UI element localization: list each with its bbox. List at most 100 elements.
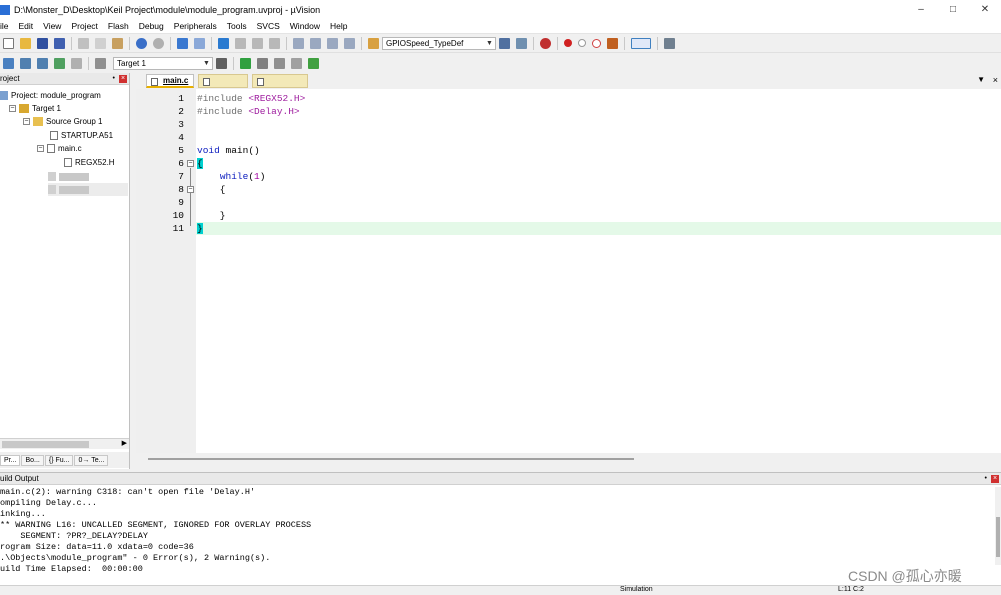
pack-installer-icon[interactable] — [308, 58, 319, 69]
menu-help[interactable]: Help — [326, 21, 353, 31]
collapse-icon[interactable]: – — [9, 105, 16, 112]
undo-icon[interactable] — [136, 37, 147, 49]
chevron-down-icon[interactable]: ▼ — [202, 59, 211, 68]
manage-components-icon[interactable] — [240, 58, 251, 69]
menu-window[interactable]: Window — [286, 21, 326, 31]
incremental-find-icon[interactable] — [516, 37, 527, 49]
collapse-icon[interactable]: – — [37, 145, 44, 152]
cut-icon[interactable] — [78, 37, 89, 49]
prev-bookmark-icon[interactable] — [235, 37, 246, 49]
maximize-button[interactable]: □ — [937, 0, 969, 19]
menu-file[interactable]: ile — [0, 21, 15, 31]
tab-main-c[interactable]: main.c — [146, 74, 194, 88]
copy-icon[interactable] — [95, 37, 106, 49]
window-layout-icon[interactable] — [631, 37, 651, 49]
rebuild-icon[interactable] — [37, 58, 48, 69]
indent-icon[interactable] — [293, 37, 304, 49]
tab-functions[interactable]: {} Fu... — [44, 454, 74, 466]
build-toolbar: Target 1 ▼ — [0, 54, 330, 73]
build-output-text[interactable]: main.c(2): warning C318: can't open file… — [0, 487, 995, 579]
save-icon[interactable] — [37, 37, 48, 49]
function-combo[interactable]: GPIOSpeed_TypeDef ▼ — [382, 36, 496, 50]
new-file-icon[interactable] — [3, 37, 14, 49]
menu-tools[interactable]: Tools — [223, 21, 253, 31]
next-bookmark-icon[interactable] — [252, 37, 263, 49]
configure-icon[interactable] — [664, 37, 675, 49]
uncomment-icon[interactable] — [344, 37, 355, 49]
tree-file-header[interactable]: REGX52.H — [64, 156, 115, 169]
disable-breakpoints-icon[interactable] — [592, 38, 601, 48]
download-icon[interactable] — [95, 58, 106, 69]
window-controls: – □ ✕ — [905, 0, 1001, 19]
select-packs-icon[interactable] — [274, 58, 285, 69]
tab-redacted-1[interactable] — [198, 74, 248, 88]
pin-icon[interactable]: • — [985, 473, 987, 485]
minimize-button[interactable]: – — [905, 0, 937, 19]
close-icon[interactable]: × — [991, 475, 999, 483]
scrollbar-thumb[interactable] — [996, 517, 1000, 557]
insert-breakpoint-icon[interactable] — [564, 39, 572, 47]
fold-toggle-icon[interactable]: – — [187, 160, 194, 167]
open-file-icon[interactable] — [20, 37, 31, 49]
find-icon[interactable] — [499, 37, 510, 49]
menu-project[interactable]: Project — [67, 21, 103, 31]
scrollbar-thumb[interactable] — [2, 441, 89, 448]
scrollbar-thumb[interactable] — [148, 458, 634, 460]
enable-breakpoint-icon[interactable] — [578, 39, 586, 47]
batch-build-icon[interactable] — [54, 58, 65, 69]
tab-redacted-2[interactable] — [252, 74, 308, 88]
tabs-dropdown-icon[interactable]: ▼ — [977, 75, 985, 84]
tree-project[interactable]: Project: module_program — [0, 89, 101, 102]
chevron-down-icon[interactable]: ▼ — [485, 39, 494, 48]
tree-target[interactable]: – Target 1 — [9, 102, 61, 115]
tree-file-startup[interactable]: STARTUP.A51 — [50, 129, 113, 142]
target-options-icon[interactable] — [216, 58, 227, 69]
navigate-forward-icon[interactable] — [194, 37, 205, 49]
menu-edit[interactable]: Edit — [15, 21, 40, 31]
navigate-back-icon[interactable] — [177, 37, 188, 49]
target-combo[interactable]: Target 1 ▼ — [113, 57, 213, 70]
close-tab-icon[interactable]: × — [993, 75, 998, 85]
save-all-icon[interactable] — [54, 37, 65, 49]
unindent-icon[interactable] — [310, 37, 321, 49]
tab-templates[interactable]: 0→ Te... — [74, 454, 109, 466]
folder-icon — [33, 117, 43, 126]
manage-runtime-icon[interactable] — [291, 58, 302, 69]
tab-books[interactable]: Bo... — [21, 454, 44, 466]
comment-icon[interactable] — [327, 37, 338, 49]
code-editor[interactable]: 1 #include <REGX52.H> 2 #include <Delay.… — [136, 89, 1001, 453]
build-output-vscrollbar[interactable] — [995, 487, 1001, 565]
code-line: 9 — [178, 197, 184, 208]
menu-flash[interactable]: Flash — [104, 21, 135, 31]
code-line: 8 { — [178, 184, 226, 195]
stop-build-icon[interactable] — [71, 58, 82, 69]
fold-toggle-icon[interactable]: – — [187, 186, 194, 193]
build-icon[interactable] — [20, 58, 31, 69]
pin-icon[interactable]: • — [113, 73, 115, 85]
project-hscrollbar[interactable]: ▶ — [0, 438, 129, 449]
paste-icon[interactable] — [112, 37, 123, 49]
tree-source-group[interactable]: – Source Group 1 — [23, 115, 102, 128]
editor-tabs: main.c ▼ × — [136, 74, 1001, 88]
tree-file-redacted[interactable] — [48, 170, 89, 183]
close-window-button[interactable]: ✕ — [969, 0, 1001, 19]
tab-project[interactable]: Pr... — [0, 454, 21, 466]
kill-breakpoints-icon[interactable] — [607, 37, 618, 49]
find-in-files-icon[interactable] — [368, 37, 379, 49]
bookmark-icon[interactable] — [218, 37, 229, 49]
redo-icon[interactable] — [153, 37, 164, 49]
collapse-icon[interactable]: – — [23, 118, 30, 125]
menu-debug[interactable]: Debug — [135, 21, 170, 31]
translate-icon[interactable] — [3, 58, 14, 69]
debug-session-icon[interactable] — [540, 37, 551, 49]
menu-svcs[interactable]: SVCS — [253, 21, 286, 31]
tree-file-redacted-selected[interactable] — [48, 183, 128, 196]
menu-peripherals[interactable]: Peripherals — [170, 21, 223, 31]
clear-bookmarks-icon[interactable] — [269, 37, 280, 49]
editor-hscrollbar[interactable] — [136, 453, 1001, 465]
tree-file-main[interactable]: – main.c — [37, 142, 82, 155]
scroll-right-icon[interactable]: ▶ — [122, 439, 127, 447]
file-extensions-icon[interactable] — [257, 58, 268, 69]
close-icon[interactable]: × — [119, 75, 127, 83]
menu-view[interactable]: View — [39, 21, 67, 31]
